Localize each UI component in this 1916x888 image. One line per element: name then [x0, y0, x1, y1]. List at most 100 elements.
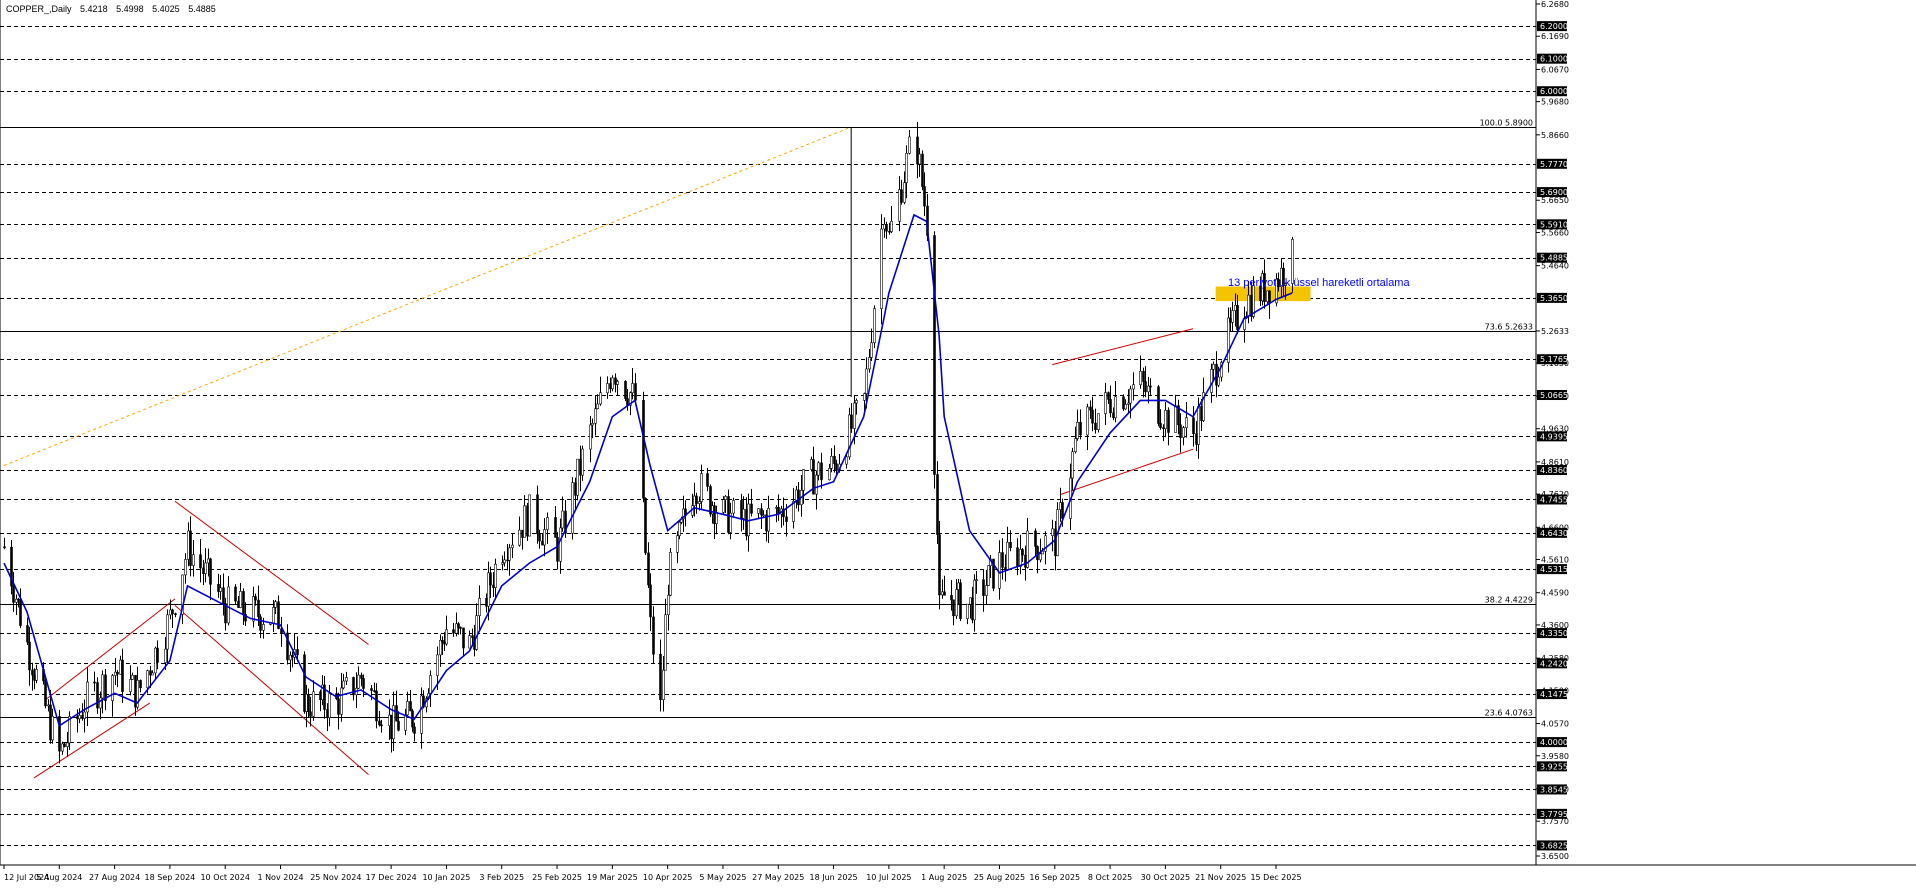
- candle-body: [83, 711, 86, 719]
- candle-body: [204, 562, 207, 574]
- candle-body: [1089, 406, 1092, 411]
- price-tick-label: 3.9580: [1541, 752, 1569, 761]
- candle-body: [973, 579, 976, 621]
- candle-body: [1268, 290, 1271, 304]
- candle-body: [227, 586, 230, 624]
- time-tick-label: 1 Nov 2024: [257, 873, 303, 882]
- candle-body: [462, 627, 465, 649]
- candle-body: [1114, 396, 1117, 419]
- fib-level-label: 23.6 4.0763: [1485, 709, 1533, 718]
- price-tick-label: 6.0670: [1541, 65, 1569, 74]
- price-tick-label: 4.0570: [1541, 720, 1569, 729]
- symbol-label: COPPER_,Daily: [6, 4, 72, 14]
- candle-body: [523, 505, 526, 538]
- candle-body: [985, 585, 988, 596]
- price-tick-label: 5.5660: [1541, 228, 1569, 237]
- candle-body: [1266, 290, 1269, 302]
- candle-body: [828, 468, 831, 481]
- candle-body: [1197, 406, 1200, 445]
- price-tick-label: 6.2680: [1541, 0, 1569, 9]
- candle-body: [156, 647, 159, 663]
- candle-body: [413, 726, 416, 734]
- candle-body: [855, 400, 858, 404]
- time-tick-label: 18 Sep 2024: [145, 873, 196, 882]
- candle-body: [242, 591, 245, 615]
- candle-body: [982, 579, 985, 596]
- candle-body: [217, 584, 220, 592]
- candle-body: [63, 743, 66, 747]
- candle-body: [762, 514, 765, 517]
- candle-body: [589, 424, 592, 450]
- time-tick-label: 15 Dec 2025: [1250, 873, 1301, 882]
- candle-body: [1129, 388, 1132, 404]
- candle-body: [1139, 370, 1142, 385]
- candle-body: [19, 598, 22, 626]
- candle-body: [1109, 399, 1112, 414]
- candle-body: [1074, 438, 1077, 453]
- candle-body: [1195, 433, 1198, 445]
- candle-body: [475, 615, 478, 650]
- time-tick-label: 16 Sep 2025: [1029, 873, 1080, 882]
- candle-body: [1061, 502, 1064, 519]
- low-value: 5.4025: [152, 4, 180, 14]
- candle-body: [695, 495, 698, 504]
- candle-body: [459, 627, 462, 629]
- candle-body: [1164, 409, 1167, 429]
- candle-body: [936, 474, 939, 535]
- candle-body: [757, 508, 760, 514]
- close-value: 5.4885: [188, 4, 216, 14]
- candle-body: [905, 152, 908, 183]
- price-chart[interactable]: 100.0 5.8900 73.6 5.2633 38.2 4.4229 23.6 4…: [0, 0, 1916, 888]
- candle-body: [237, 600, 240, 608]
- chart-window[interactable]: 100.0 5.8900 73.6 5.2633 38.2 4.4229 23.6 4…: [0, 0, 1916, 888]
- candle-body: [1039, 553, 1042, 561]
- candle-body: [868, 357, 871, 370]
- candle-body: [581, 448, 584, 476]
- price-tick-label: 6.1690: [1541, 32, 1569, 41]
- candle-body: [429, 675, 432, 694]
- candle-body: [1094, 422, 1097, 431]
- price-label-text: 4.8360: [1540, 466, 1568, 475]
- candle-body: [885, 224, 888, 232]
- candle-body: [918, 153, 921, 165]
- candle-body: [99, 697, 102, 709]
- candle-body: [722, 499, 725, 513]
- candle-body: [397, 720, 400, 731]
- candle-body: [536, 494, 539, 535]
- candle-body: [139, 680, 142, 689]
- price-tick-label: 5.6650: [1541, 196, 1569, 205]
- candle-body: [873, 308, 876, 344]
- candle-body: [1227, 317, 1230, 363]
- time-tick-label: 25 Feb 2025: [532, 873, 582, 882]
- candle-body: [966, 603, 969, 619]
- candle-body: [833, 455, 836, 465]
- price-tick-label: 4.5610: [1541, 556, 1569, 565]
- time-tick-label: 5 Aug 2024: [36, 873, 82, 882]
- candle-body: [678, 522, 681, 536]
- candle-body: [66, 742, 69, 747]
- price-label-text: 5.0665: [1540, 391, 1568, 400]
- time-tick-label: 27 May 2025: [752, 873, 804, 882]
- candle-body: [880, 228, 883, 309]
- price-label-text: 3.9255: [1540, 762, 1568, 771]
- candle-body: [262, 624, 265, 631]
- price-label-text: 4.6430: [1540, 529, 1568, 538]
- candle-body: [1001, 552, 1004, 568]
- fib-level-label: 73.6 5.2633: [1485, 323, 1533, 332]
- candle-body: [312, 691, 315, 717]
- candle-body: [649, 584, 652, 618]
- candle-body: [345, 677, 348, 682]
- candle-body: [933, 235, 936, 475]
- candle-body: [395, 705, 398, 722]
- candle-body: [676, 535, 679, 553]
- candle-body: [362, 678, 365, 689]
- candle-body: [987, 565, 990, 586]
- candle-body: [199, 554, 202, 569]
- candle-body: [952, 599, 955, 617]
- candle-body: [3, 546, 6, 549]
- candle-body: [12, 585, 15, 603]
- candle-body: [252, 596, 255, 622]
- candle-body: [785, 516, 788, 522]
- candle-body: [1024, 554, 1027, 568]
- candle-body: [528, 494, 531, 537]
